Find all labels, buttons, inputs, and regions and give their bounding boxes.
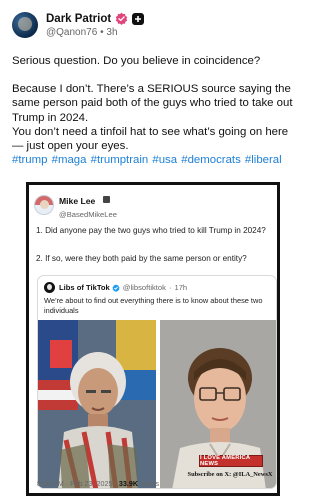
quoted-avatar bbox=[44, 282, 55, 293]
time-ago[interactable]: 3h bbox=[106, 27, 117, 38]
verified-badge-icon bbox=[115, 12, 128, 25]
watermark: I LOVE AMERICA NEWS Subscribe on X: @ILA… bbox=[184, 455, 276, 489]
author-info: Dark Patriot @Qanon76 • 3h bbox=[46, 12, 145, 38]
embedded-timestamp: 8:50 PM · Feb 23, 2025 · 33.9K Views bbox=[37, 479, 159, 488]
embedded-handle: @BasedMikeLee bbox=[59, 210, 117, 219]
photo-left bbox=[38, 320, 156, 488]
embedded-avatar bbox=[34, 195, 54, 215]
embedded-question-1: 1. Did anyone pay the two guys who tried… bbox=[36, 226, 266, 235]
quoted-handle: @libsoftiktok bbox=[122, 283, 166, 292]
quoted-name: Libs of TikTok bbox=[59, 283, 110, 292]
post-text-line: Because I don’t. There’s a SERIOUS sourc… bbox=[12, 83, 293, 124]
views-label: Views bbox=[140, 479, 160, 488]
handle-row: @Qanon76 • 3h bbox=[46, 27, 144, 38]
add-icon[interactable] bbox=[132, 12, 145, 25]
display-name[interactable]: Dark Patriot bbox=[46, 13, 111, 25]
timestamp-text: 8:50 PM · Feb 23, 2025 · bbox=[37, 479, 117, 488]
badge-icon bbox=[102, 196, 110, 204]
embedded-question-2: 2. If so, were they both paid by the sam… bbox=[36, 254, 247, 263]
watermark-badge: I LOVE AMERICA NEWS bbox=[199, 455, 263, 467]
separator-dot: • bbox=[100, 27, 104, 38]
quoted-separator: · bbox=[168, 283, 172, 292]
quoted-time-ago: 17h bbox=[174, 283, 188, 292]
embedded-screenshot[interactable]: Mike Lee @BasedMikeLee 1. Did anyone pay… bbox=[26, 182, 280, 496]
post-text-line: You don’t need a tinfoil hat to see what… bbox=[12, 125, 289, 153]
handle[interactable]: @Qanon76 bbox=[46, 27, 97, 38]
embedded-name: Mike Lee bbox=[59, 196, 96, 206]
hashtags[interactable]: #trump #maga #trumptrain #usa #democrats… bbox=[12, 153, 296, 167]
name-row: Dark Patriot bbox=[46, 12, 145, 25]
avatar[interactable] bbox=[12, 12, 38, 38]
watermark-subscribe: Subscribe on X: @ILA_NewsX bbox=[187, 471, 273, 478]
quoted-tweet-header: Libs of TikTok @libsoftiktok · 17h bbox=[44, 282, 187, 293]
post-text-line: Serious question. Do you believe in coin… bbox=[12, 55, 261, 67]
quoted-text: We’re about to find out everything there… bbox=[44, 296, 263, 315]
embedded-tweet-header: Mike Lee @BasedMikeLee bbox=[34, 191, 117, 219]
view-count: 33.9K bbox=[118, 479, 139, 488]
post-header: Dark Patriot @Qanon76 • 3h bbox=[12, 12, 296, 48]
post-body: Serious question. Do you believe in coin… bbox=[12, 54, 296, 167]
verified-check-icon bbox=[112, 283, 120, 292]
